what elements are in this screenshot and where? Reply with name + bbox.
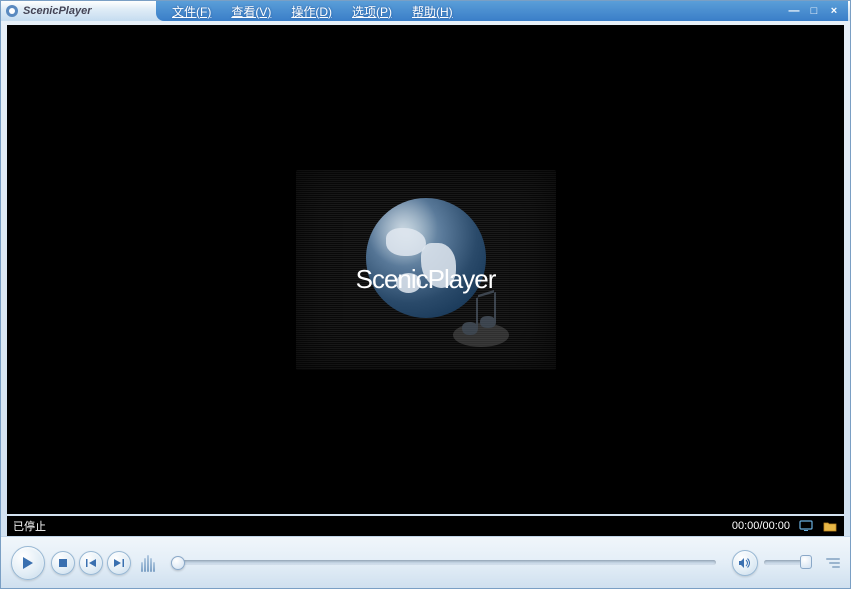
equalizer-icon — [141, 554, 155, 572]
maximize-button[interactable]: □ — [806, 4, 822, 18]
next-button[interactable] — [107, 551, 131, 575]
status-bar: 已停止 00:00/00:00 — [7, 516, 844, 536]
volume-button[interactable] — [732, 550, 758, 576]
minimize-button[interactable]: — — [786, 4, 802, 18]
stop-button[interactable] — [51, 551, 75, 575]
volume-thumb[interactable] — [800, 555, 812, 569]
resize-grip-icon[interactable] — [824, 553, 840, 573]
menu-action[interactable]: 操作(D) — [287, 3, 336, 20]
playback-state: 已停止 — [13, 518, 46, 534]
time-display: 00:00/00:00 — [732, 520, 790, 532]
seek-thumb[interactable] — [171, 556, 185, 570]
app-icon — [5, 4, 19, 18]
app-title: ScenicPlayer — [23, 5, 92, 17]
menu-bar: 文件(F) 查看(V) 操作(D) 选项(P) 帮助(H) — [156, 1, 782, 21]
splash-logo: ScenicPlayer — [296, 170, 556, 370]
folder-icon[interactable] — [822, 519, 838, 533]
splash-text: ScenicPlayer — [356, 263, 496, 294]
volume-slider[interactable] — [764, 560, 812, 565]
seek-slider[interactable] — [171, 558, 716, 568]
close-button[interactable]: × — [826, 4, 842, 18]
monitor-icon[interactable] — [798, 519, 814, 533]
menu-help[interactable]: 帮助(H) — [408, 3, 457, 20]
app-window: ScenicPlayer 文件(F) 查看(V) 操作(D) 选项(P) 帮助(… — [0, 0, 851, 589]
menu-options[interactable]: 选项(P) — [348, 3, 396, 20]
play-button[interactable] — [11, 546, 45, 580]
previous-button[interactable] — [79, 551, 103, 575]
title-bar[interactable]: ScenicPlayer 文件(F) 查看(V) 操作(D) 选项(P) 帮助(… — [1, 1, 850, 21]
video-area[interactable]: ScenicPlayer — [7, 25, 844, 514]
menu-view[interactable]: 查看(V) — [227, 3, 275, 20]
menu-file[interactable]: 文件(F) — [168, 3, 215, 20]
window-controls: — □ × — [780, 1, 848, 21]
control-bar — [1, 536, 850, 588]
